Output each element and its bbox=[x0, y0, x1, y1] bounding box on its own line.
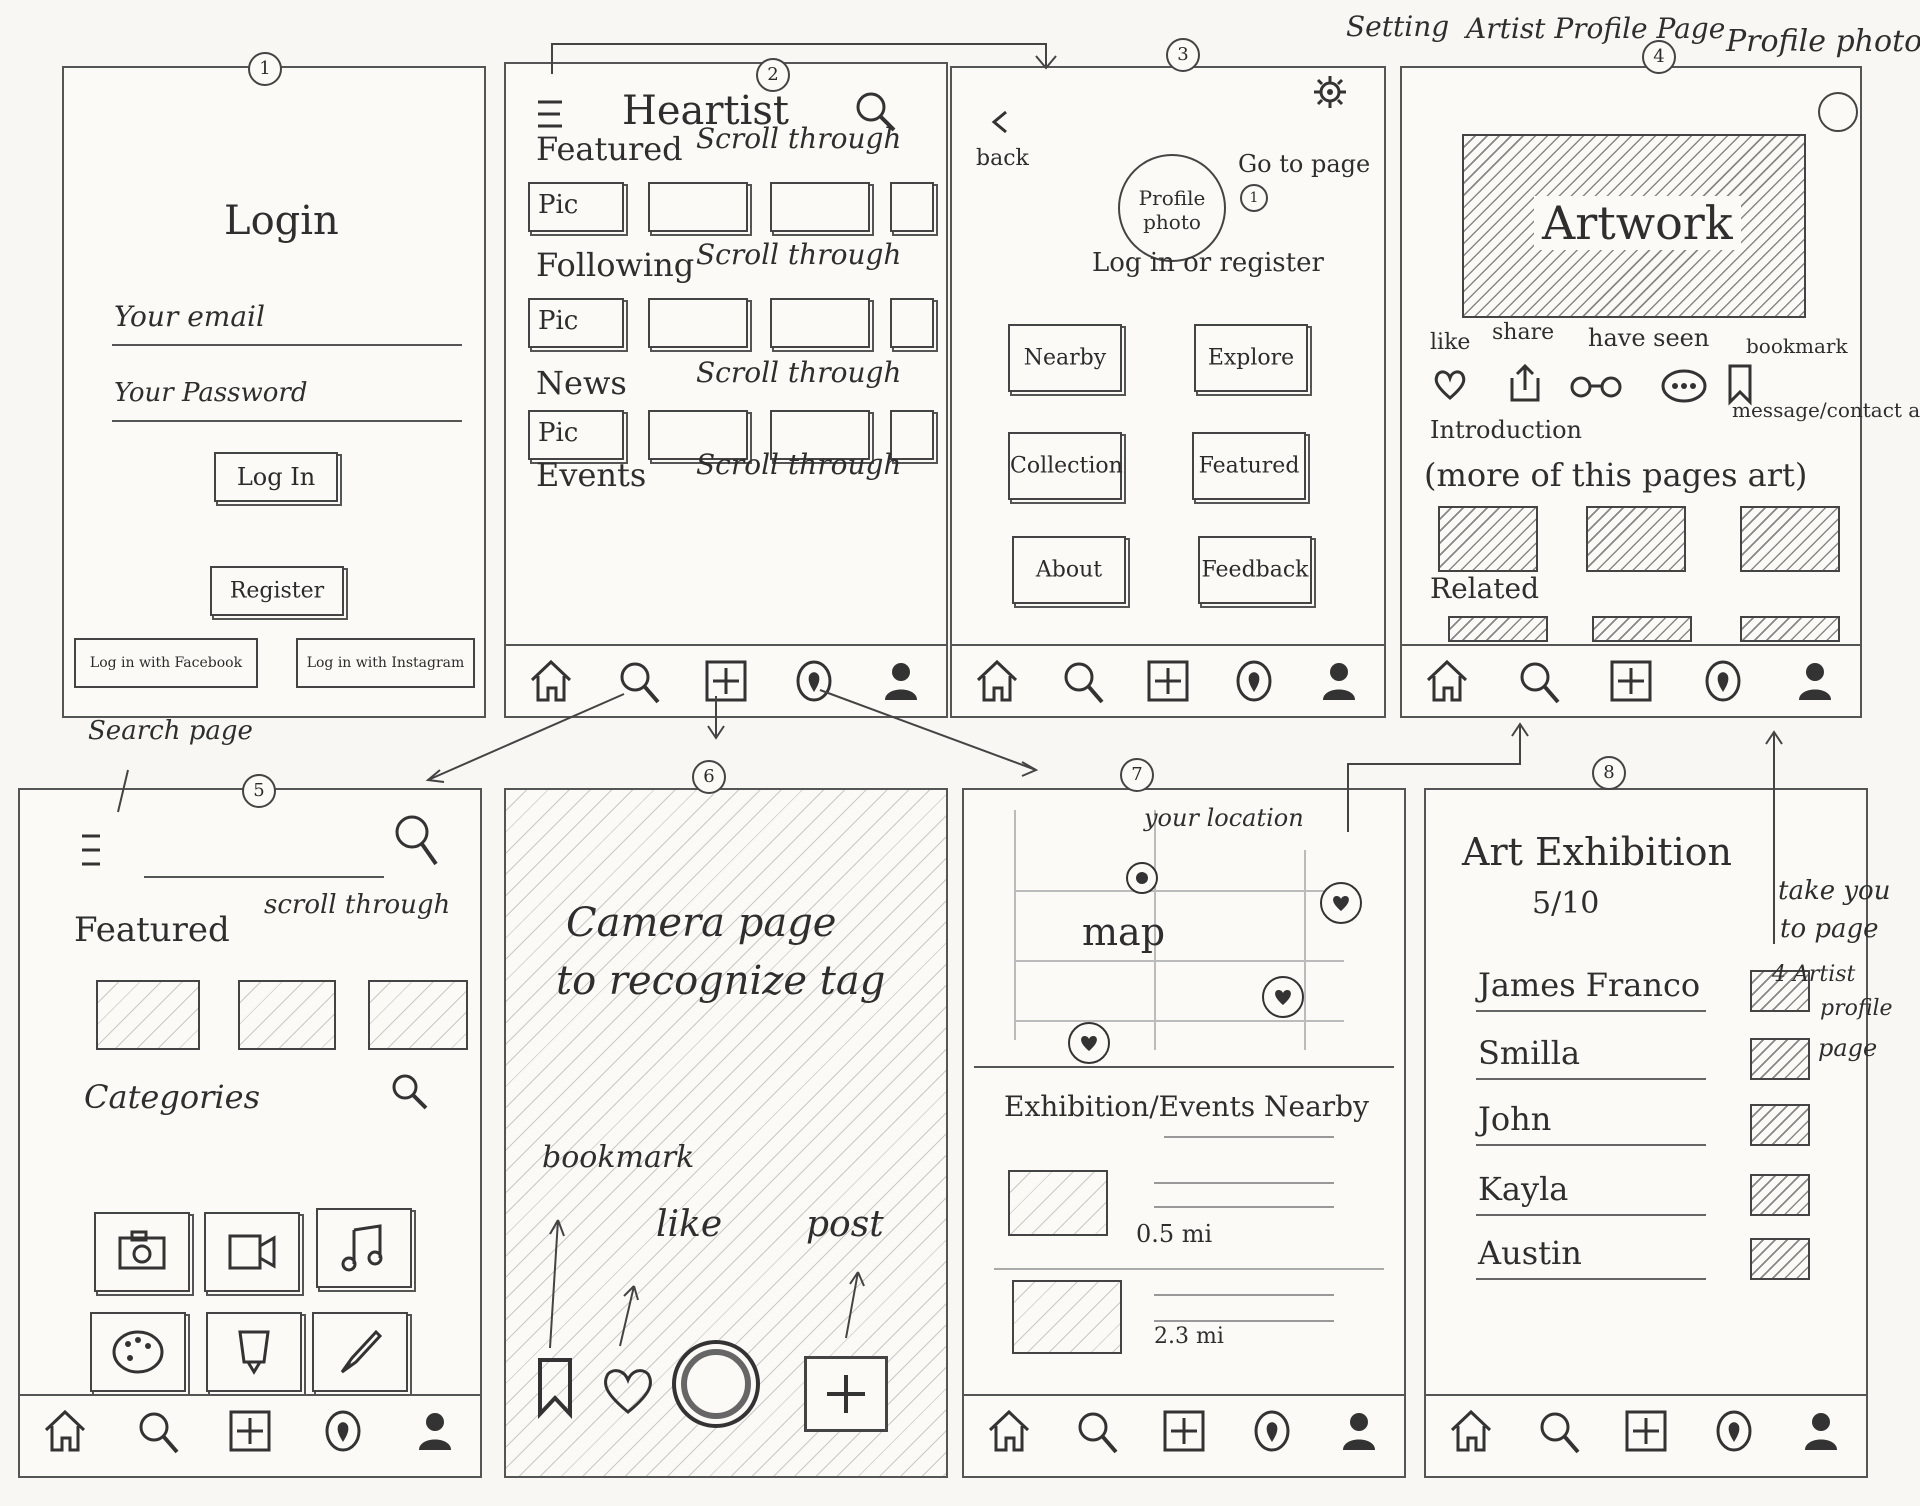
wireframe-sheet: Login Your email Your Password Log In Re… bbox=[0, 0, 1920, 1506]
flow-arrows bbox=[117, 43, 1783, 944]
